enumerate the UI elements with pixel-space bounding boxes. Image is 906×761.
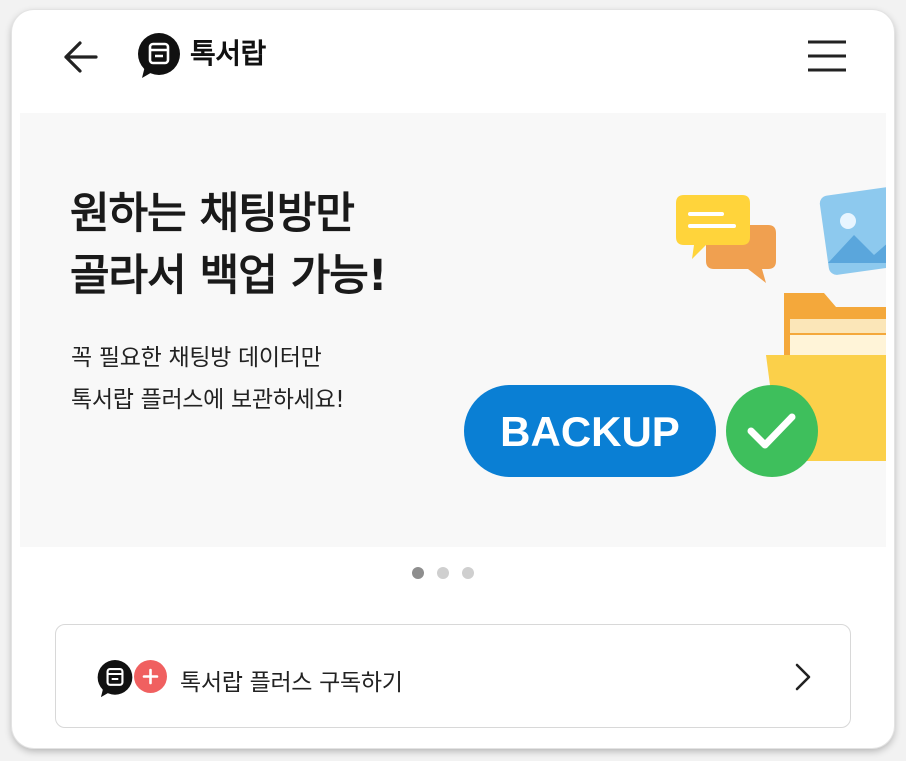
plus-badge <box>134 660 167 693</box>
carousel-dot-2[interactable] <box>437 567 449 579</box>
photo-icon <box>819 187 886 275</box>
backup-illustration: BACKUP <box>464 187 886 477</box>
backup-badge-text: BACKUP <box>500 408 680 455</box>
chevron-right-icon <box>795 663 811 691</box>
carousel-dot-1[interactable] <box>412 567 424 579</box>
chat-bubbles-icon <box>676 195 776 283</box>
subscribe-label: 톡서랍 플러스 구독하기 <box>180 670 403 696</box>
backup-badge: BACKUP <box>464 385 716 477</box>
carousel-indicator <box>412 567 474 579</box>
banner-headline-line2: 골라서 백업 가능! <box>70 251 387 301</box>
back-arrow-icon <box>64 41 98 73</box>
chat-drawer-logo-icon <box>138 33 180 78</box>
banner-subtext-line1: 꼭 필요한 채팅방 데이터만 <box>71 345 322 371</box>
app-title: 톡서랍 <box>190 37 266 70</box>
back-button[interactable] <box>56 34 108 86</box>
banner-headline: 원하는 채팅방만 골라서 백업 가능! <box>70 183 387 307</box>
app-window: 톡서랍 원하는 채팅방만 골라서 백업 가능! 꼭 필요한 채팅방 데이터만 톡… <box>12 10 894 748</box>
chat-drawer-logo-icon <box>97 660 133 698</box>
plus-icon <box>142 668 159 685</box>
carousel-dot-3[interactable] <box>462 567 474 579</box>
check-circle-icon <box>726 385 818 477</box>
promo-banner[interactable]: 원하는 채팅방만 골라서 백업 가능! 꼭 필요한 채팅방 데이터만 톡서랍 플… <box>20 113 886 547</box>
banner-subtext: 꼭 필요한 채팅방 데이터만 톡서랍 플러스에 보관하세요! <box>71 337 345 421</box>
banner-headline-line1: 원하는 채팅방만 <box>70 189 355 239</box>
top-bar: 톡서랍 <box>12 10 894 110</box>
menu-button[interactable] <box>804 34 850 80</box>
banner-subtext-line2: 톡서랍 플러스에 보관하세요! <box>71 387 345 413</box>
subscribe-button[interactable]: 톡서랍 플러스 구독하기 <box>55 624 851 728</box>
menu-icon <box>808 40 846 72</box>
